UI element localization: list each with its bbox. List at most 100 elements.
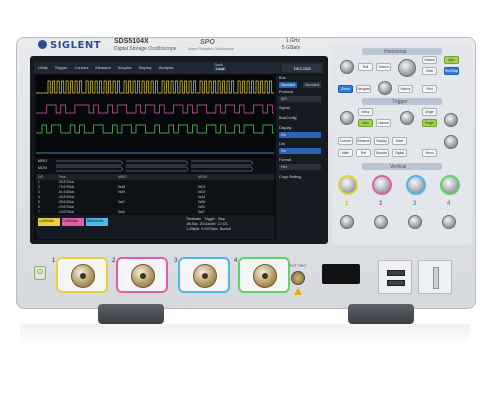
vertical-section-title: Vertical <box>390 164 407 170</box>
trigger-single-button[interactable]: Single <box>422 119 437 127</box>
run-stop-button[interactable]: Run/Stop <box>444 67 459 75</box>
ch1-scale[interactable]: 1.00V/div <box>38 218 60 226</box>
ch2-position-knob[interactable] <box>374 215 388 229</box>
ch1-scale-knob[interactable] <box>338 175 358 195</box>
single-button[interactable]: Single <box>422 108 437 116</box>
usb-ports <box>378 260 412 294</box>
clear-sweep-button[interactable]: Clear Sweep <box>422 67 437 75</box>
busconfig-button[interactable]: BusConfig <box>276 115 324 121</box>
ch1-position-knob[interactable] <box>340 215 354 229</box>
sample-rate-label: 5 GSa/s <box>281 45 300 51</box>
copy-setting-button[interactable]: Copy Setting <box>276 174 324 180</box>
ch1-bnc-connector[interactable] <box>71 264 95 288</box>
ext-trig-label: EXT TRIG <box>289 264 306 268</box>
bus2-mode[interactable]: Decoded <box>303 82 322 88</box>
decode-menu-title[interactable]: DECODE <box>282 64 322 72</box>
default-button[interactable]: Default <box>422 56 437 64</box>
left-foot <box>98 304 164 324</box>
menu-cursors[interactable]: Cursors <box>70 62 91 74</box>
intensity-knob[interactable] <box>444 113 458 127</box>
ch3-scale-knob[interactable] <box>406 175 426 195</box>
menu-analysis[interactable]: Analysis <box>155 62 177 74</box>
display-label: Display <box>279 126 292 130</box>
protocol-select[interactable]: SPI <box>279 96 321 102</box>
trigger-auto-button[interactable]: Auto <box>358 119 373 127</box>
save-button[interactable]: Save <box>392 137 407 145</box>
ch3-scale[interactable]: 500mV/div <box>86 218 108 226</box>
trigger-section-title: Trigger <box>392 99 408 105</box>
power-button[interactable]: ⏻ <box>34 266 46 280</box>
ch4-input-label: 4 <box>234 258 238 264</box>
display-toggle[interactable]: On <box>279 132 321 138</box>
trigger-normal-button[interactable]: Normal <box>376 119 391 127</box>
model-subtitle: Digital Storage Oscilloscope <box>114 46 177 52</box>
roll-button[interactable]: Roll <box>358 63 373 71</box>
cursors-button[interactable]: Cursors <box>338 137 353 145</box>
ch4-button[interactable]: 4 <box>447 201 450 207</box>
ch3-button[interactable]: 3 <box>413 201 416 207</box>
print-button[interactable]: Print <box>422 85 437 93</box>
adjust-knob[interactable] <box>444 135 458 149</box>
timebase-knob[interactable] <box>398 59 416 77</box>
usb-port-2[interactable] <box>387 280 405 286</box>
reflection <box>20 324 470 346</box>
bus-decode-graphic <box>56 160 254 172</box>
horizontal-position-knob[interactable] <box>340 60 354 74</box>
bus1-mode[interactable]: Decoded <box>279 82 298 88</box>
signal-button[interactable]: Signal <box>276 105 324 111</box>
ext-trigger-input[interactable]: EXT TRIG <box>280 262 316 296</box>
display-button[interactable]: Display <box>374 137 389 145</box>
usb-port-1[interactable] <box>387 270 405 276</box>
ch3-position-knob[interactable] <box>408 215 422 229</box>
list-toggle[interactable]: On <box>279 148 321 154</box>
ch2-button[interactable]: 2 <box>379 201 382 207</box>
menu-display[interactable]: Display <box>134 62 154 74</box>
ch2-scale-knob[interactable] <box>372 175 392 195</box>
auto-setup-button[interactable]: Auto <box>444 56 459 64</box>
protocol-label: Protocol <box>279 90 293 94</box>
ch3-input-label: 3 <box>174 258 178 264</box>
menu-utility[interactable]: Utility <box>34 62 51 74</box>
digital-button[interactable]: Digital <box>392 149 407 157</box>
right-foot <box>348 304 414 324</box>
ch4-scale-knob[interactable] <box>440 175 460 195</box>
format-select[interactable]: Hex <box>279 164 321 170</box>
menu-trigger[interactable]: Trigger <box>51 62 71 74</box>
history-button[interactable]: History <box>398 85 413 93</box>
universal-knob[interactable] <box>400 111 414 125</box>
zoom-button[interactable]: Zoom <box>338 85 353 93</box>
timebase-info[interactable]: Timebase Trigger Stop -86.5us 20.0us/div… <box>186 217 231 232</box>
menu-bar: Utility Trigger Cursors Measure Acquire … <box>34 62 324 74</box>
ch2-scale[interactable]: 1.00V/div <box>62 218 84 226</box>
ch3-input-plate <box>178 257 230 293</box>
navigate-button[interactable]: Navigate <box>356 85 371 93</box>
ref-button[interactable]: Ref <box>356 149 371 157</box>
navigate-knob[interactable] <box>378 81 392 95</box>
front-display-window <box>322 264 360 284</box>
probe-comp-terminal[interactable] <box>433 267 439 289</box>
ch1-button[interactable]: 1 <box>345 201 348 207</box>
probe-compensation-area <box>418 260 452 294</box>
ch4-position-knob[interactable] <box>442 215 456 229</box>
menu-button[interactable]: Menu <box>422 149 437 157</box>
decode-button[interactable]: Decode <box>374 149 389 157</box>
ch2-input-label: 2 <box>112 258 116 264</box>
menu-acquire[interactable]: Acquire <box>114 62 135 74</box>
clock-indicator[interactable]: Clock Local <box>214 63 227 71</box>
menu-measure[interactable]: Measure <box>91 62 114 74</box>
warning-icon <box>294 288 302 295</box>
display-screen[interactable]: Utility Trigger Cursors Measure Acquire … <box>34 62 324 240</box>
ch1-input-plate <box>56 257 108 293</box>
trigger-setup-button[interactable]: Setup <box>358 108 373 116</box>
spo-subtitle: Super Phosphor Oscilloscope <box>188 47 235 51</box>
decode-list-table[interactable]: NO. Time MISO MOSI 1 -99.8700us 2 -79.6790u… <box>36 174 274 214</box>
search-button[interactable]: Search <box>376 63 391 71</box>
ext-trig-connector[interactable] <box>291 271 305 285</box>
bandwidth-label: 1 GHz <box>285 38 300 44</box>
ch4-bnc-connector[interactable] <box>253 264 277 288</box>
measure-button[interactable]: Measure <box>356 137 371 145</box>
ch2-bnc-connector[interactable] <box>131 264 155 288</box>
math-button[interactable]: Math <box>338 149 353 157</box>
trigger-level-knob[interactable] <box>340 111 354 125</box>
ch3-bnc-connector[interactable] <box>193 264 217 288</box>
